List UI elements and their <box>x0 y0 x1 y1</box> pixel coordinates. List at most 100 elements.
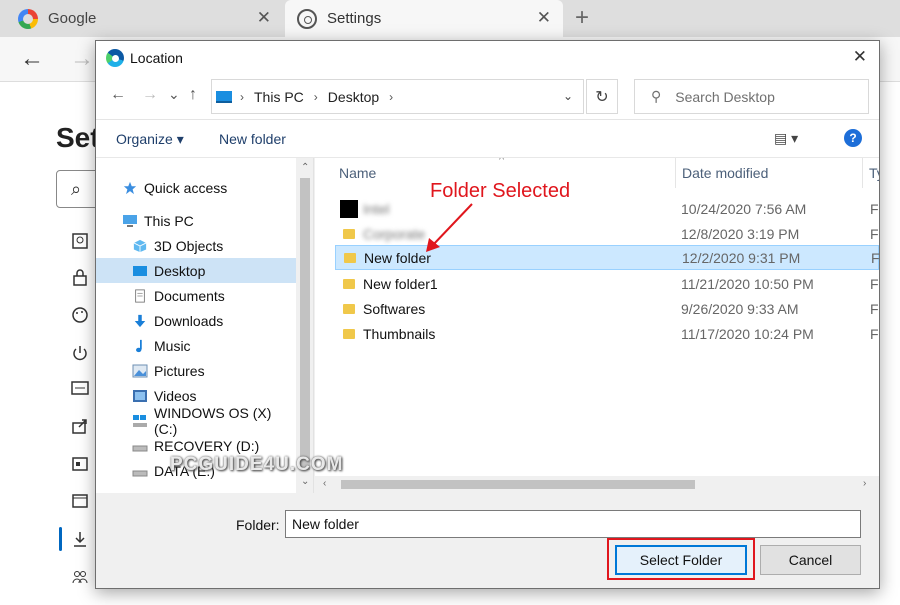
file-date: 10/24/2020 7:56 AM <box>681 200 807 217</box>
refresh-icon: ↻ <box>595 88 609 106</box>
dialog-title: Location <box>130 49 183 66</box>
google-icon <box>18 8 38 29</box>
list-item[interactable]: Corporate 12/8/2020 3:19 PM Fi <box>335 221 879 246</box>
file-list: ^ Name Date modified Ty Intel 10/24/2020… <box>315 158 879 493</box>
up-button[interactable]: ↑ <box>189 86 197 104</box>
cookies-icon[interactable] <box>69 453 91 475</box>
chevron-down-icon[interactable]: ⌄ <box>563 89 573 103</box>
search-input[interactable]: ⚲ Search Desktop <box>634 79 869 114</box>
file-date: 12/2/2020 9:31 PM <box>682 249 801 266</box>
privacy-icon[interactable] <box>69 266 91 288</box>
column-header-type[interactable]: Ty <box>863 158 879 188</box>
nav-item-this-pc[interactable]: This PC <box>96 208 296 233</box>
list-item[interactable]: Softwares 9/26/2020 9:33 AM Fi <box>335 296 879 321</box>
forward-button[interactable]: → <box>70 45 94 73</box>
forward-button[interactable]: → <box>142 86 158 104</box>
nav-item-label: This PC <box>144 212 194 229</box>
folder-icon <box>344 252 356 263</box>
horizontal-scroll-thumb[interactable] <box>341 480 695 489</box>
chevron-down-icon[interactable]: ⌄ <box>301 476 309 487</box>
file-date: 11/17/2020 10:24 PM <box>681 325 814 342</box>
nav-item-label: Desktop <box>154 262 206 279</box>
close-icon[interactable]: ✕ <box>257 8 271 28</box>
nav-item-3d-objects[interactable]: 3D Objects <box>96 233 296 258</box>
select-folder-button[interactable]: Select Folder <box>615 545 747 575</box>
breadcrumb-desktop[interactable]: Desktop <box>328 89 379 105</box>
view-options-button[interactable]: ▤ ▾ <box>774 130 798 147</box>
startup-icon[interactable] <box>69 342 91 364</box>
file-type: Fi <box>870 325 879 342</box>
nav-item-label: Downloads <box>154 312 224 329</box>
folder-field[interactable] <box>285 510 861 538</box>
tab-strip: Google ✕ Settings ✕ + <box>0 0 900 37</box>
downloads-icon[interactable] <box>69 528 91 550</box>
defaultbrowser-icon[interactable] <box>69 490 91 512</box>
star-icon <box>123 181 137 194</box>
close-icon[interactable]: ✕ <box>853 47 867 67</box>
nav-item-pictures[interactable]: Pictures <box>96 358 296 383</box>
chevron-up-icon[interactable]: ⌃ <box>301 162 309 173</box>
breadcrumb-this-pc[interactable]: This PC <box>254 89 304 105</box>
nav-item-downloads[interactable]: Downloads <box>96 308 296 333</box>
newtab-icon[interactable] <box>69 377 91 399</box>
folder-icon <box>343 303 355 314</box>
chevron-right-icon[interactable]: › <box>240 90 244 104</box>
picture-icon <box>132 364 148 377</box>
column-label: Date modified <box>682 165 769 181</box>
search-icon: ⌕ <box>71 178 82 199</box>
help-icon[interactable]: ? <box>844 129 862 147</box>
family-icon[interactable] <box>69 566 91 588</box>
chevron-right-icon[interactable]: › <box>863 478 866 489</box>
appearance-icon[interactable] <box>69 304 91 326</box>
nav-item-quick-access[interactable]: Quick access <box>96 175 296 200</box>
file-type: Fi <box>870 300 879 317</box>
nav-item-label: RECOVERY (D:) <box>154 437 260 454</box>
recent-locations-button[interactable]: ⌄ <box>168 86 180 103</box>
file-type: Fi <box>870 225 879 242</box>
nav-scroll-thumb[interactable] <box>300 178 310 470</box>
refresh-button[interactable]: ↻ <box>586 79 618 114</box>
nav-item-documents[interactable]: Documents <box>96 283 296 308</box>
chevron-left-icon[interactable]: ‹ <box>323 478 326 489</box>
tab-label: Google <box>48 10 97 27</box>
search-placeholder: Search Desktop <box>675 88 775 105</box>
annotation-arrow-icon <box>426 203 473 252</box>
share-icon[interactable] <box>69 415 91 437</box>
pc-icon <box>123 214 137 227</box>
file-name: New folder1 <box>363 275 438 292</box>
nav-item-drive-c[interactable]: WINDOWS OS (X) (C:) <box>96 405 296 437</box>
watermark: PCGUIDE4U.COM <box>170 454 344 475</box>
list-item[interactable]: New folder1 11/21/2020 10:50 PM Fi <box>335 271 879 296</box>
new-folder-button[interactable]: New folder <box>219 131 286 147</box>
location-dialog: Location ✕ ← → ⌄ ↑ › This PC › Desktop ›… <box>95 40 880 589</box>
nav-item-desktop[interactable]: Desktop <box>96 258 296 283</box>
cancel-button[interactable]: Cancel <box>760 545 861 575</box>
chevron-right-icon[interactable]: › <box>389 90 393 104</box>
file-type: Fi <box>870 275 879 292</box>
chevron-right-icon[interactable]: › <box>314 90 318 104</box>
nav-item-label: Documents <box>154 287 225 304</box>
close-icon[interactable]: ✕ <box>537 8 551 28</box>
profile-icon[interactable] <box>69 230 91 252</box>
back-button[interactable]: ← <box>20 45 44 73</box>
nav-item-label: 3D Objects <box>154 237 224 254</box>
tab-settings[interactable]: Settings ✕ <box>285 0 563 37</box>
folder-icon <box>343 228 355 239</box>
address-row: ← → ⌄ ↑ › This PC › Desktop › ⌄ ↻ ⚲ Sear… <box>96 74 879 120</box>
horizontal-scrollbar[interactable]: ‹ › <box>315 476 879 493</box>
address-bar[interactable]: › This PC › Desktop › ⌄ <box>211 79 584 114</box>
file-date: 9/26/2020 9:33 AM <box>681 300 799 317</box>
organize-button[interactable]: Organize ▾ <box>116 131 184 148</box>
list-item[interactable]: Intel 10/24/2020 7:56 AM Fi <box>335 196 879 221</box>
column-header-date[interactable]: Date modified <box>676 158 863 188</box>
back-button[interactable]: ← <box>110 86 126 104</box>
list-item[interactable]: Thumbnails 11/17/2020 10:24 PM Fi <box>335 321 879 346</box>
drive-c-icon <box>133 414 147 427</box>
page-title: Set <box>56 122 100 153</box>
nav-item-music[interactable]: Music <box>96 333 296 358</box>
list-item-selected[interactable]: New folder 12/2/2020 9:31 PM Fi <box>335 245 879 270</box>
folder-icon <box>343 328 355 339</box>
file-date: 11/21/2020 10:50 PM <box>681 275 814 292</box>
tab-google[interactable]: Google ✕ <box>0 0 283 37</box>
new-tab-button[interactable]: + <box>570 4 594 32</box>
